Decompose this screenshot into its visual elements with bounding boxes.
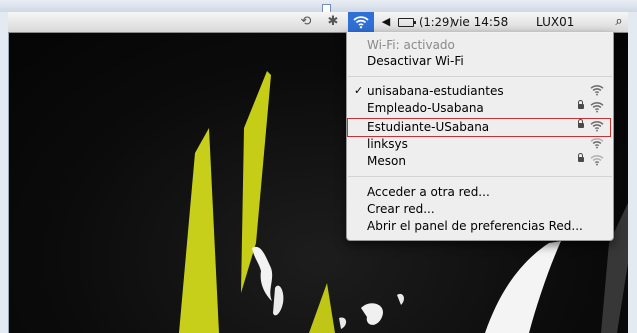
create-network-label: Crear red... — [367, 202, 435, 216]
open-network-preferences-item[interactable]: Abrir el panel de preferencias Red... — [347, 218, 613, 234]
window-left-edge — [0, 12, 9, 333]
wallpaper-splash — [397, 293, 404, 305]
network-item-linksys[interactable]: linksys — [347, 136, 613, 152]
network-name: Meson — [367, 154, 406, 168]
checkmark-icon: ✓ — [354, 84, 364, 97]
wifi-status-label: Wi-Fi: activado — [367, 38, 455, 52]
window-right-edge — [627, 12, 637, 333]
network-name: unisabana-estudiantes — [367, 84, 504, 98]
menu-bar: ⟲ ✱ ◀ (1:29) vie 14:58 LUX01 ⌕ — [8, 12, 628, 33]
wifi-signal-icon — [590, 138, 604, 149]
screen: ⟲ ✱ ◀ (1:29) vie 14:58 LUX01 ⌕ Wi-Fi: ac… — [0, 0, 637, 333]
selection-outline — [347, 118, 611, 137]
network-name: linksys — [367, 137, 408, 151]
menu-separator — [348, 176, 612, 177]
battery-icon[interactable] — [397, 12, 417, 32]
network-item-meson[interactable]: Meson — [347, 153, 613, 169]
wallpaper-blade — [179, 128, 219, 333]
toggle-wifi-label: Desactivar Wi-Fi — [367, 54, 464, 68]
join-other-label: Acceder a otra red... — [367, 185, 490, 199]
battery-time[interactable]: (1:29) — [419, 12, 454, 32]
bluetooth-icon[interactable]: ✱ — [327, 12, 339, 32]
wallpaper-blade — [309, 283, 335, 333]
open-preferences-label: Abrir el panel de preferencias Red... — [367, 219, 583, 233]
time-machine-icon[interactable]: ⟲ — [298, 12, 314, 32]
wifi-signal-icon — [590, 85, 604, 96]
lock-icon — [578, 153, 584, 162]
wifi-icon[interactable] — [348, 12, 374, 32]
wallpaper-splash — [339, 317, 347, 329]
create-network-item[interactable]: Crear red... — [347, 201, 613, 217]
network-item-empleado-usabana[interactable]: Empleado-Usabana — [347, 100, 613, 116]
wifi-status: Wi-Fi: activado — [347, 37, 613, 53]
wallpaper-splash — [361, 303, 383, 325]
wallpaper-splash — [273, 285, 284, 316]
toggle-wifi-menu-item[interactable]: Desactivar Wi-Fi — [347, 53, 613, 69]
join-other-network-item[interactable]: Acceder a otra red... — [347, 184, 613, 200]
volume-icon[interactable]: ◀ — [379, 12, 393, 32]
menu-separator — [348, 76, 612, 77]
wifi-signal-icon — [590, 155, 604, 166]
lock-icon — [578, 100, 584, 109]
wallpaper-splash — [252, 246, 273, 301]
wifi-signal-icon — [590, 102, 604, 113]
network-item-unisabana-estudiantes[interactable]: ✓ unisabana-estudiantes — [347, 83, 613, 99]
wallpaper-sweep — [485, 241, 561, 333]
fast-user-switch[interactable]: LUX01 — [536, 12, 574, 32]
network-name: Empleado-Usabana — [367, 101, 484, 115]
spotlight-search-icon[interactable]: ⌕ — [612, 12, 626, 32]
menu-clock[interactable]: vie 14:58 — [452, 12, 508, 32]
